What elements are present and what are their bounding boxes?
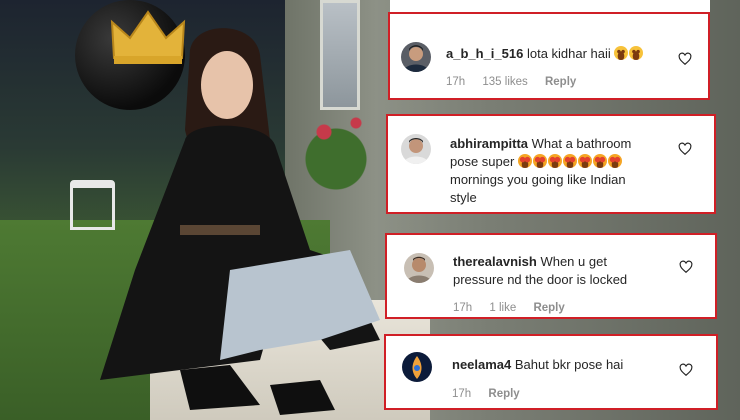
avatar[interactable] [402, 352, 432, 382]
heart-outline-icon[interactable] [678, 142, 692, 156]
heart-outline-icon[interactable] [679, 363, 693, 377]
comment-body: Bahut bkr pose hai [514, 357, 624, 372]
woman-figure [100, 28, 380, 415]
comment-text: therealavnish When u get pressure nd the… [453, 253, 703, 289]
timestamp: 17h [453, 302, 473, 314]
reply-button[interactable]: Reply [533, 302, 564, 314]
comment-body-line1: What a bathroom [531, 136, 632, 151]
heart-outline-icon[interactable] [679, 260, 693, 274]
reply-button[interactable]: Reply [545, 76, 576, 88]
comment-body-line2: pressure nd the door is locked [453, 272, 628, 287]
comment-body: lota kidhar haii [526, 46, 611, 61]
comment-text: a_b_h_i_516 lota kidhar haii [446, 45, 644, 63]
comment-body-line2: pose super [450, 154, 515, 169]
comment-body-line1: When u get [540, 254, 607, 269]
comment-card: a_b_h_i_516 lota kidhar haii 17h 135 lik… [388, 12, 710, 100]
comment-card: therealavnish When u get pressure nd the… [385, 233, 717, 319]
comment-text: abhirampitta What a bathroom pose super … [450, 135, 700, 207]
star-struck-emoji-icon [517, 154, 623, 169]
username[interactable]: neelama4 [452, 357, 511, 372]
heart-outline-icon[interactable] [678, 52, 692, 66]
comment-card: abhirampitta What a bathroom pose super … [386, 114, 716, 214]
like-count[interactable]: 1 like [489, 302, 516, 314]
avatar[interactable] [401, 42, 431, 72]
username[interactable]: abhirampitta [450, 136, 528, 151]
username[interactable]: therealavnish [453, 254, 537, 269]
like-count[interactable]: 135 likes [482, 76, 527, 88]
comment-card: neelama4 Bahut bkr pose hai 17h Reply [384, 334, 718, 410]
timestamp: 17h [452, 388, 472, 400]
avatar[interactable] [401, 134, 431, 164]
reply-button[interactable]: Reply [488, 388, 519, 400]
comment-meta: 17h 135 likes Reply [446, 76, 590, 88]
username[interactable]: a_b_h_i_516 [446, 46, 523, 61]
comment-meta: 17h 1 like Reply [453, 302, 579, 314]
grinning-emoji-icon [614, 46, 644, 61]
avatar[interactable] [404, 253, 434, 283]
comment-body-line3: mornings you going like Indian [450, 172, 626, 187]
comment-meta: 17h Reply [452, 388, 534, 400]
comment-text: neelama4 Bahut bkr pose hai [452, 356, 623, 374]
comment-body-line4: style [450, 190, 477, 205]
timestamp: 17h [446, 76, 466, 88]
